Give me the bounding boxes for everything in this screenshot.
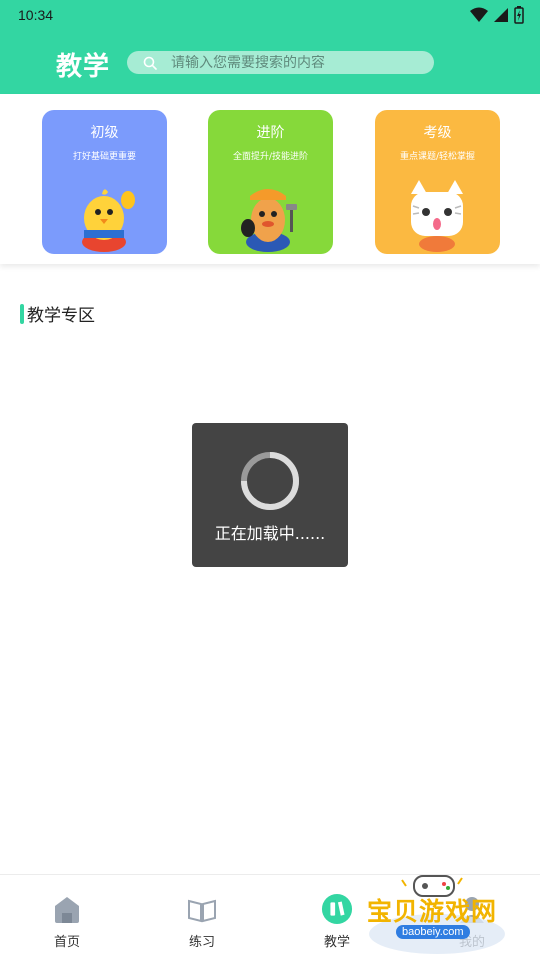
watermark-url: baobeiy.com — [396, 925, 470, 939]
top-bar: 10:34 教学 — [0, 0, 540, 94]
worker-mascot-icon — [241, 189, 297, 252]
loading-message: 正在加载中...... — [214, 524, 326, 543]
signal-icon — [494, 8, 508, 22]
chick-mascot-icon — [82, 189, 135, 252]
watermark: 宝贝游戏网 baobeiy.com — [362, 868, 512, 958]
search-bar[interactable] — [127, 51, 434, 74]
level-title: 进阶 — [256, 125, 285, 141]
loading-spinner-icon — [241, 452, 299, 510]
battery-charging-icon — [514, 6, 524, 24]
book-open-icon — [188, 899, 216, 923]
nav-label: 练习 — [188, 935, 215, 950]
cat-mascot-icon — [411, 180, 463, 252]
search-icon — [143, 56, 157, 70]
page-title: 教学 — [56, 52, 111, 82]
search-input[interactable] — [171, 54, 421, 71]
wifi-icon — [470, 7, 488, 22]
teach-icon — [321, 893, 353, 925]
level-card-beginner[interactable]: 初级 打好基础更重要 — [42, 110, 167, 254]
loading-toast: 正在加载中...... — [192, 423, 348, 567]
section-title: 教学专区 — [27, 306, 95, 326]
level-cards: 初级 打好基础更重要 进阶 全面提升/技能进阶 考级 重点课题/轻松掌握 — [0, 94, 540, 264]
level-subtitle: 重点课题/轻松掌握 — [399, 152, 476, 162]
level-card-exam[interactable]: 考级 重点课题/轻松掌握 — [375, 110, 500, 254]
watermark-text: 宝贝游戏网 — [367, 897, 498, 926]
level-subtitle: 打好基础更重要 — [72, 152, 136, 162]
section-header: 教学专区 — [20, 301, 95, 326]
section-accent-bar — [20, 303, 24, 324]
status-bar: 10:34 — [0, 0, 540, 32]
nav-item-home[interactable]: 首页 — [27, 893, 107, 950]
status-icons — [470, 6, 524, 24]
nav-label: 首页 — [53, 935, 80, 950]
level-subtitle: 全面提升/技能进阶 — [232, 152, 309, 162]
level-card-advanced[interactable]: 进阶 全面提升/技能进阶 — [208, 110, 333, 254]
level-title: 初级 — [90, 125, 119, 141]
level-title: 考级 — [423, 125, 452, 141]
home-icon — [55, 897, 79, 923]
nav-item-practice[interactable]: 练习 — [162, 893, 242, 950]
status-time: 10:34 — [18, 7, 54, 23]
